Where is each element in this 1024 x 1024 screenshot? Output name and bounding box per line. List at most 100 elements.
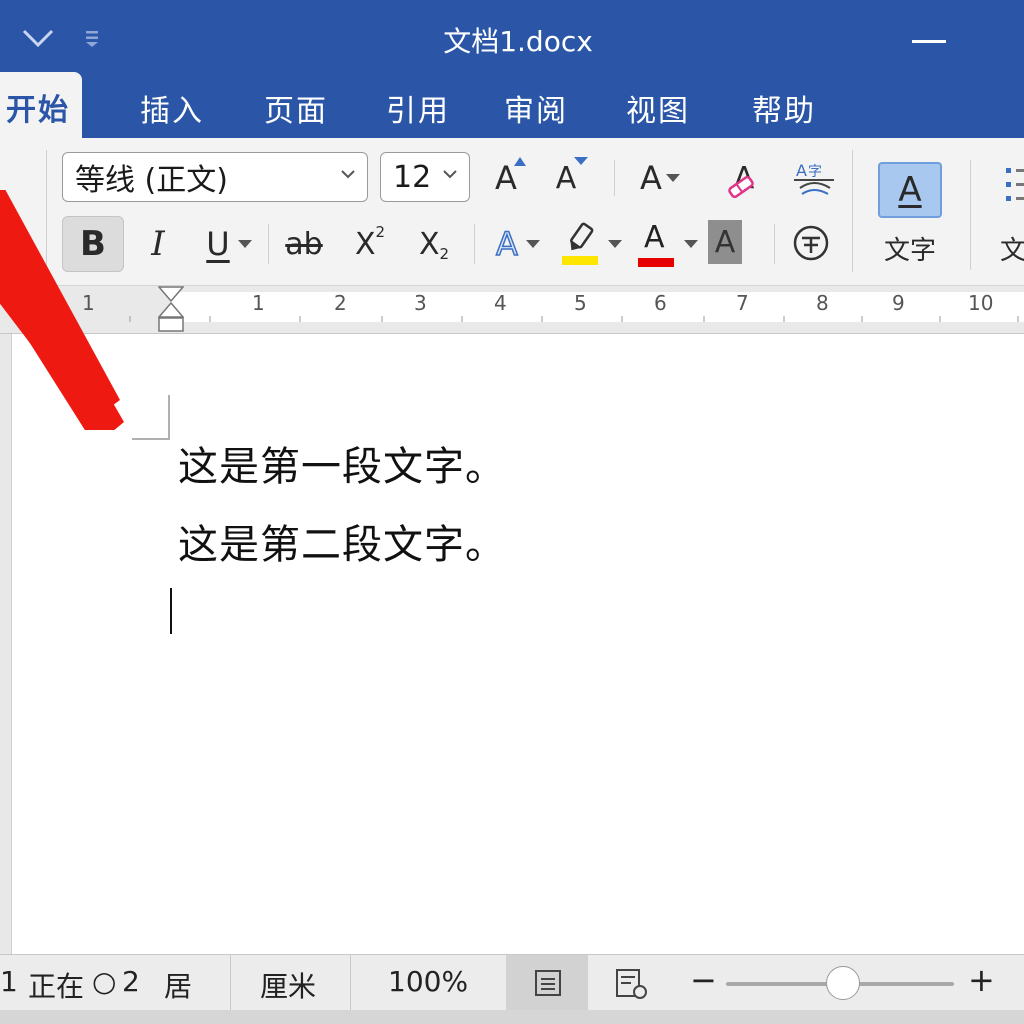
superscript-button[interactable]: X 2 — [348, 218, 392, 270]
print-layout-button[interactable] — [506, 955, 588, 1011]
zoom-level[interactable]: 100% — [388, 965, 468, 998]
title-bar: 文档1.docx — [0, 0, 1024, 72]
font-color-glyph: A — [644, 220, 665, 255]
tab-references[interactable]: 引用 — [386, 86, 450, 130]
group-separator — [774, 224, 775, 264]
style-normal-button[interactable]: A — [878, 162, 942, 218]
highlight-button[interactable] — [558, 216, 624, 272]
ruler-label: 4 — [494, 291, 507, 315]
ruler-label: 6 — [654, 291, 667, 315]
change-case-button[interactable]: A — [630, 156, 690, 200]
tab-help[interactable]: 帮助 — [752, 86, 816, 130]
web-layout-icon — [616, 969, 647, 999]
strikethrough-button[interactable]: ab — [282, 218, 326, 270]
shading-glyph: A — [714, 224, 736, 260]
svg-text:A: A — [796, 161, 807, 180]
document-canvas[interactable] — [0, 334, 1024, 954]
font-color-swatch — [638, 258, 674, 267]
status-count: 2 — [122, 965, 140, 998]
character-shading-button[interactable]: A — [708, 220, 742, 264]
list-icon[interactable] — [1004, 164, 1024, 208]
underline-glyph: U — [206, 225, 230, 263]
text-effects-glyph: A — [495, 224, 518, 264]
status-bar: 1 正在 ○ 2 居 厘米 100% − + — [0, 954, 1024, 1011]
group-separator — [268, 224, 269, 264]
ruler-label: 5 — [574, 291, 587, 315]
status-separator — [350, 955, 351, 1011]
caret-down-icon — [574, 157, 588, 165]
subscript-glyph: X — [418, 226, 440, 262]
subscript-button[interactable]: X 2 — [412, 218, 456, 270]
ruler-label: 10 — [968, 291, 994, 315]
status-state: 正在 — [28, 970, 85, 1003]
font-size-select[interactable]: 12 — [380, 152, 470, 202]
superscript-glyph: X — [354, 226, 376, 262]
highlight-color-swatch — [562, 256, 598, 265]
caret-down-icon — [684, 240, 698, 248]
group-separator — [614, 160, 615, 196]
caret-up-icon — [514, 157, 526, 166]
chevron-down-icon — [341, 170, 355, 179]
font-color-button[interactable]: A — [634, 216, 700, 272]
subscript-mark: 2 — [439, 245, 450, 263]
caret-down-icon — [525, 240, 540, 248]
margin-corner-mark — [132, 438, 170, 440]
tab-insert[interactable]: 插入 — [140, 86, 204, 130]
ribbon-home: 等线 (正文) 12 A A A A A 字 B I — [0, 138, 1024, 286]
underline-button[interactable]: U — [196, 218, 262, 270]
shrink-font-button[interactable]: A — [544, 156, 588, 200]
web-layout-button[interactable] — [614, 967, 650, 1001]
caret-down-icon — [608, 240, 622, 248]
highlighter-icon — [562, 222, 598, 265]
horizontal-ruler[interactable]: 1 1 2 3 4 5 6 7 8 9 10 — [0, 286, 1024, 334]
enclose-characters-button[interactable] — [788, 220, 834, 266]
ruler-ticks — [129, 316, 1019, 322]
tab-review[interactable]: 审阅 — [504, 86, 568, 130]
font-size-value: 12 — [393, 159, 432, 195]
ruler-label: 8 — [816, 291, 829, 315]
strikethrough-glyph: ab — [285, 226, 323, 262]
tab-layout[interactable]: 页面 — [264, 86, 328, 130]
style-label: 文字 — [883, 235, 936, 266]
ruler-label: 3 — [414, 291, 427, 315]
italic-button[interactable]: I — [138, 218, 178, 270]
chevron-down-icon — [443, 170, 457, 179]
ruler-label: 1 — [252, 291, 265, 315]
group-separator — [852, 150, 853, 272]
style-label-second: 文 — [1000, 235, 1024, 266]
clear-formatting-button[interactable]: A — [714, 154, 774, 202]
zoom-slider-thumb[interactable] — [826, 966, 860, 1000]
character-border-button[interactable]: A 字 — [788, 154, 840, 202]
tab-home[interactable]: 开始 — [0, 72, 82, 138]
status-mode: 居 — [164, 970, 193, 1003]
ruler-label: 9 — [892, 291, 905, 315]
paragraph[interactable]: 这是第一段文字。 — [178, 434, 506, 492]
caret-down-icon — [665, 174, 680, 182]
window-bottom-edge — [0, 1010, 1024, 1024]
ribbon-tabs: 开始 插入 页面 引用 审阅 视图 帮助 — [0, 72, 1024, 138]
red-arrow-annotation — [0, 190, 124, 430]
svg-text:字: 字 — [808, 164, 822, 180]
style-preview-glyph: A — [898, 170, 922, 210]
document-title: 文档1.docx — [443, 25, 593, 58]
zoom-in-button[interactable]: + — [968, 961, 995, 999]
enclosed-character-icon — [793, 225, 829, 261]
superscript-mark: 2 — [375, 223, 386, 241]
status-circle-icon: ○ — [92, 965, 117, 998]
status-unit[interactable]: 厘米 — [260, 965, 316, 1005]
group-separator — [474, 224, 475, 264]
minimize-button[interactable] — [912, 40, 946, 43]
status-separator — [230, 955, 231, 1011]
paragraph[interactable]: 这是第二段文字。 — [178, 512, 506, 570]
group-separator — [970, 160, 971, 270]
zoom-out-button[interactable]: − — [690, 961, 717, 999]
margin-corner-mark — [168, 395, 170, 439]
indent-marker-icon[interactable] — [158, 286, 184, 332]
text-effects-button[interactable]: A — [488, 218, 548, 270]
status-page-number: 1 — [0, 965, 18, 998]
ruler-label: 2 — [334, 291, 347, 315]
text-cursor — [170, 588, 172, 634]
text-direction-icon: A 字 — [794, 161, 834, 195]
grow-font-button[interactable]: A — [484, 156, 528, 200]
tab-view[interactable]: 视图 — [626, 86, 690, 130]
